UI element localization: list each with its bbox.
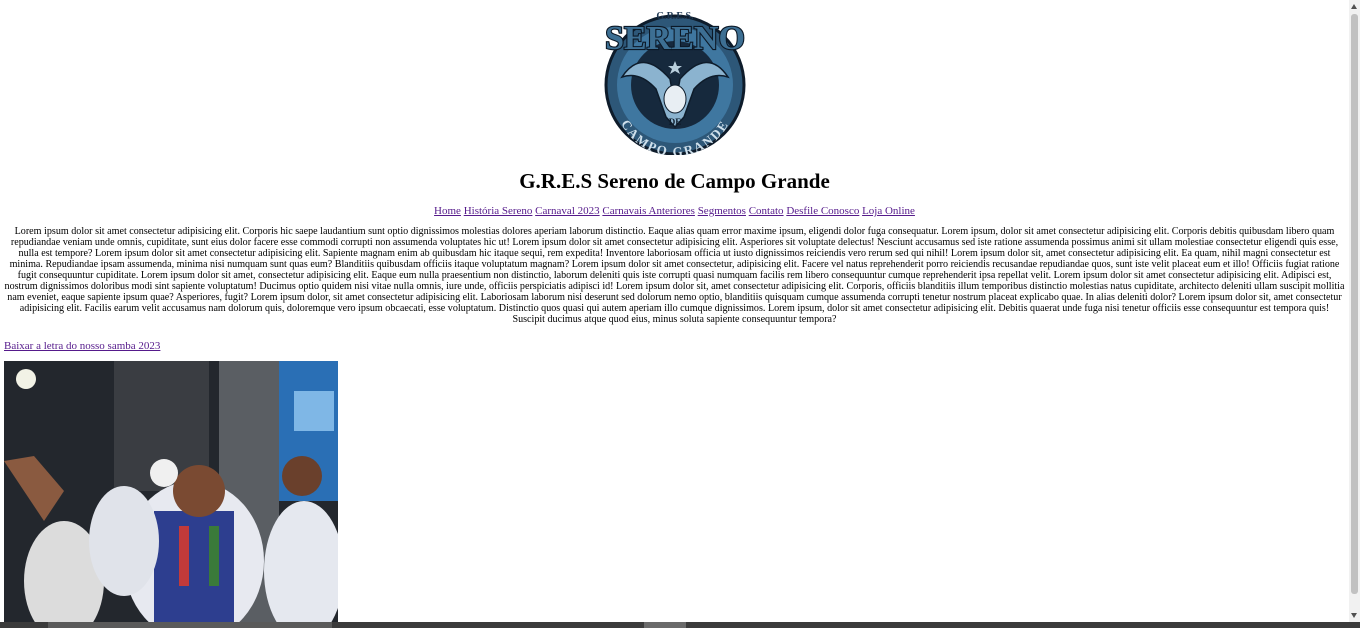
page: SERENO G.R.E.S. DE CAMPO GRANDE G.R.E.S …: [0, 0, 1349, 622]
performers-photo: [4, 361, 338, 622]
nav-link-carnavais-anteriores[interactable]: Carnavais Anteriores: [602, 205, 695, 217]
nav-link-historia[interactable]: História Sereno: [464, 205, 533, 217]
bottom-bar: [0, 622, 1360, 628]
intro-paragraph: Lorem ipsum dolor sit amet consectetur a…: [4, 226, 1345, 325]
nav-link-loja-online[interactable]: Loja Online: [862, 205, 915, 217]
logo-name-text: SERENO: [605, 20, 745, 57]
logo-top-text: G.R.E.S.: [656, 11, 694, 22]
logo-container: SERENO G.R.E.S. DE CAMPO GRANDE: [0, 0, 1349, 155]
nav-link-segmentos[interactable]: Segmentos: [698, 205, 746, 217]
page-title: G.R.E.S Sereno de Campo Grande: [519, 169, 830, 193]
scrollbar-thumb[interactable]: [1351, 14, 1358, 594]
nav-link-contato[interactable]: Contato: [749, 205, 784, 217]
nav-link-home[interactable]: Home: [434, 205, 461, 217]
logo-de-text: DE: [668, 117, 681, 127]
bottom-bar-segment: [644, 622, 686, 628]
main-nav: Home História Sereno Carnaval 2023 Carna…: [0, 204, 1349, 218]
scroll-down-arrow-icon[interactable]: [1351, 613, 1357, 618]
scroll-up-arrow-icon[interactable]: [1351, 4, 1357, 9]
download-lyrics-link[interactable]: Baixar a letra do nosso samba 2023: [4, 340, 160, 352]
bottom-bar-segment: [48, 622, 332, 628]
vertical-scrollbar[interactable]: [1349, 0, 1360, 622]
download-container: Baixar a letra do nosso samba 2023: [4, 339, 1345, 353]
nav-link-carnaval-2023[interactable]: Carnaval 2023: [535, 205, 599, 217]
school-emblem-logo: SERENO G.R.E.S. DE CAMPO GRANDE: [603, 11, 746, 155]
nav-link-desfile-conosco[interactable]: Desfile Conosco: [786, 205, 859, 217]
